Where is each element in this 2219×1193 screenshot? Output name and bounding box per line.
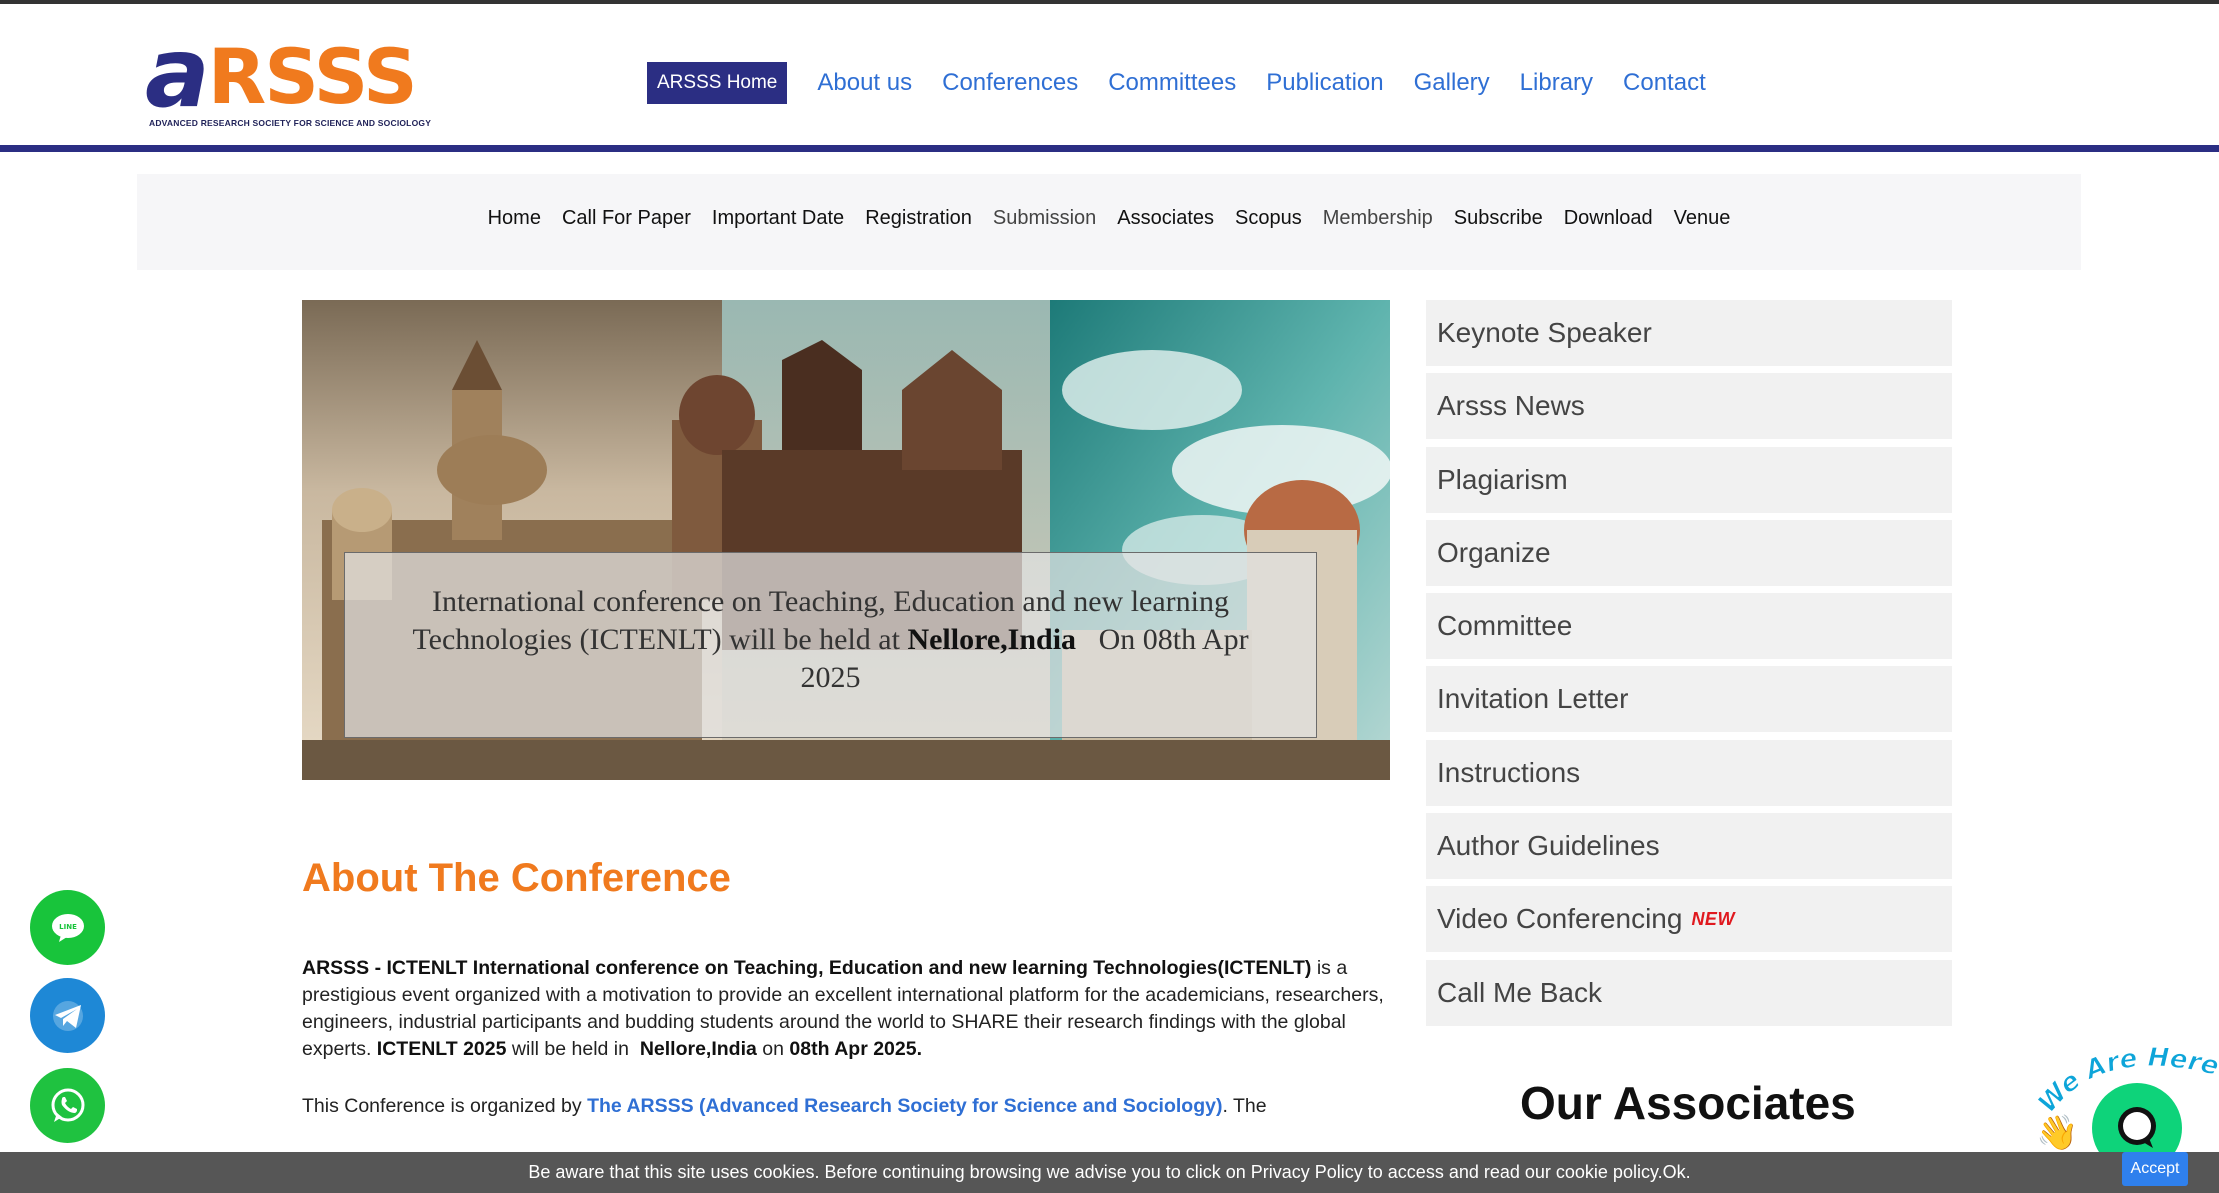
subnav-download[interactable]: Download <box>1564 207 1653 230</box>
sidebar-item-video-conferencing[interactable]: Video Conferencing NEW <box>1426 886 1952 953</box>
nav-committees[interactable]: Committees <box>1108 69 1236 97</box>
about-p2-tail: . The <box>1222 1095 1267 1117</box>
nav-gallery[interactable]: Gallery <box>1414 69 1490 97</box>
subnav-home[interactable]: Home <box>488 207 541 230</box>
hero-banner: International conference on Teaching, Ed… <box>302 300 1390 780</box>
subnav-important-date[interactable]: Important Date <box>712 207 844 230</box>
about-p1-bold: ARSSS - ICTENLT International conference… <box>302 957 1312 979</box>
subnav-associates[interactable]: Associates <box>1117 207 1214 230</box>
nav-about-us[interactable]: About us <box>817 69 912 97</box>
conference-sub-nav: Home Call For Paper Important Date Regis… <box>137 174 2081 270</box>
subnav-submission[interactable]: Submission <box>993 207 1096 230</box>
subnav-subscribe[interactable]: Subscribe <box>1454 207 1543 230</box>
cookie-notice-text: Be aware that this site uses cookies. Be… <box>528 1162 1691 1182</box>
chat-bubble-icon <box>2118 1107 2156 1148</box>
logo-wordmark: a RSSS <box>145 17 418 129</box>
nav-contact[interactable]: Contact <box>1623 69 1706 97</box>
telegram-icon <box>52 1000 83 1031</box>
nav-publication[interactable]: Publication <box>1266 69 1383 97</box>
nav-library[interactable]: Library <box>1520 69 1593 97</box>
sidebar-item-arsss-news[interactable]: Arsss News <box>1426 373 1952 440</box>
cookie-notice-bar: Be aware that this site uses cookies. Be… <box>0 1152 2219 1193</box>
sidebar-item-keynote-speaker[interactable]: Keynote Speaker <box>1426 300 1952 366</box>
about-p1-text2: will be held in <box>511 1038 629 1060</box>
wave-hand-icon: 👋 <box>2036 1114 2079 1152</box>
subnav-venue[interactable]: Venue <box>1674 207 1731 230</box>
cookie-accept-button[interactable]: Accept <box>2122 1152 2188 1186</box>
logo-tagline: ADVANCED RESEARCH SOCIETY FOR SCIENCE AN… <box>149 118 432 128</box>
nav-arsss-home-button[interactable]: ARSSS Home <box>647 62 788 104</box>
sidebar-menu: Keynote Speaker Arsss News Plagiarism Or… <box>1426 300 1952 1033</box>
hero-caption-text: International conference on Teaching, Ed… <box>385 583 1276 697</box>
sidebar-item-organize[interactable]: Organize <box>1426 519 1952 586</box>
about-p1-text3: on <box>762 1038 784 1060</box>
sidebar-item-committee[interactable]: Committee <box>1426 593 1952 660</box>
logo-letters-rsss: RSSS <box>207 32 418 121</box>
line-icon: LINE <box>51 913 84 942</box>
subnav-membership[interactable]: Membership <box>1323 207 1433 230</box>
about-body: ARSSS - ICTENLT International conference… <box>302 955 1392 1120</box>
about-p1-location: Nellore,India <box>639 1038 757 1060</box>
whatsapp-button[interactable] <box>30 1068 105 1143</box>
header-divider <box>0 145 2219 152</box>
arsss-organizer-link[interactable]: The ARSSS (Advanced Research Society for… <box>587 1095 1222 1117</box>
about-heading: About The Conference <box>302 856 731 900</box>
logo-letter-a: a <box>145 17 210 129</box>
telegram-button[interactable] <box>30 978 105 1053</box>
sidebar-item-instructions[interactable]: Instructions <box>1426 739 1952 806</box>
nav-conferences[interactable]: Conferences <box>942 69 1078 97</box>
sidebar-item-video-conferencing-label: Video Conferencing <box>1437 903 1683 935</box>
subnav-call-for-paper[interactable]: Call For Paper <box>562 207 691 230</box>
our-associates-heading: Our Associates <box>1520 1077 1856 1129</box>
subnav-registration[interactable]: Registration <box>865 207 972 230</box>
main-nav: ARSSS Home About us Conferences Committe… <box>647 62 1736 104</box>
sidebar-item-invitation-letter[interactable]: Invitation Letter <box>1426 666 1952 733</box>
about-paragraph-2: This Conference is organized by The ARSS… <box>302 1093 1392 1120</box>
whatsapp-icon <box>51 1088 84 1122</box>
about-paragraph-1: ARSSS - ICTENLT International conference… <box>302 955 1392 1063</box>
hero-caption-location: Nellore,India <box>907 623 1077 656</box>
site-header: a RSSS ADVANCED RESEARCH SOCIETY FOR SCI… <box>0 4 2219 147</box>
about-p2-text: This Conference is organized by <box>302 1095 582 1117</box>
sidebar-item-call-me-back[interactable]: Call Me Back <box>1426 959 1952 1026</box>
sidebar-item-author-guidelines[interactable]: Author Guidelines <box>1426 813 1952 880</box>
line-icon-label: LINE <box>59 923 77 931</box>
sidebar-item-plagiarism[interactable]: Plagiarism <box>1426 446 1952 513</box>
line-chat-button[interactable]: LINE <box>30 890 105 965</box>
about-p1-bold2: ICTENLT 2025 <box>376 1038 507 1060</box>
about-p1-date: 08th Apr 2025. <box>789 1038 922 1060</box>
new-badge: NEW <box>1691 908 1735 929</box>
arsss-logo[interactable]: a RSSS ADVANCED RESEARCH SOCIETY FOR SCI… <box>145 17 435 129</box>
subnav-scopus[interactable]: Scopus <box>1235 207 1302 230</box>
hero-caption: International conference on Teaching, Ed… <box>344 552 1317 738</box>
